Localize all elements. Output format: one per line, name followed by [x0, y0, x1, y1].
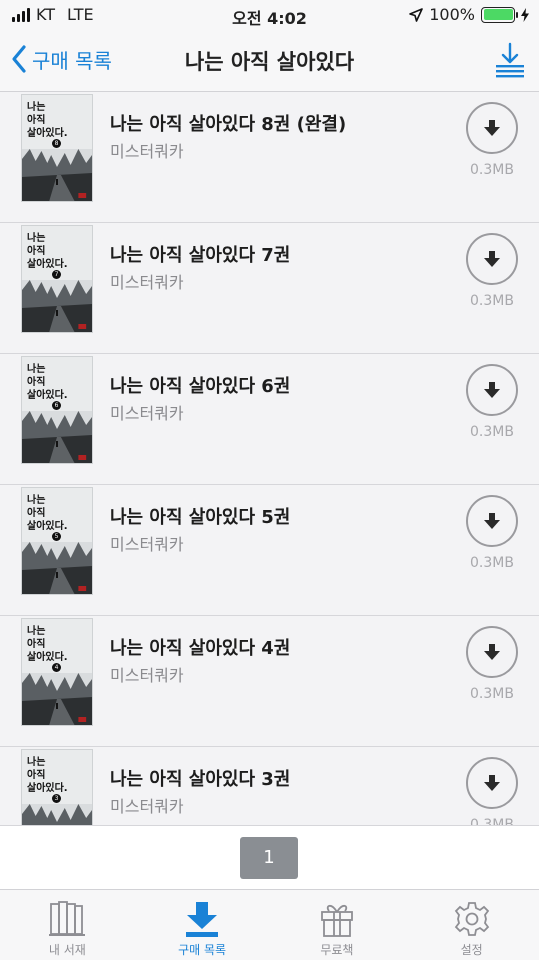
- book-cover-image: 나는 아직 살아있다. 4: [21, 618, 93, 726]
- book-author: 미스터쿼카: [110, 404, 184, 423]
- book-cover-image: 나는 아직 살아있다. 8: [21, 94, 93, 202]
- tab-label: 구매 목록: [178, 943, 227, 957]
- navigation-bar: 구매 목록 나는 아직 살아있다: [0, 30, 539, 92]
- download-all-button[interactable]: [493, 42, 527, 78]
- book-list-item[interactable]: 나는 아직 살아있다. 5 나는 아직 살아있다 5권 미스터쿼카 0.3MB: [0, 485, 539, 616]
- tab-my-library[interactable]: 내 서재: [0, 890, 135, 960]
- book-author: 미스터쿼카: [110, 666, 184, 685]
- tab-purchase-list[interactable]: 구매 목록: [135, 890, 270, 960]
- download-all-icon: [496, 42, 524, 78]
- status-right: 100%: [409, 5, 529, 24]
- cover-title-line: 나는: [27, 757, 46, 768]
- book-author: 미스터쿼카: [110, 797, 184, 816]
- book-author: 미스터쿼카: [110, 142, 184, 161]
- cover-title-line: 나는: [27, 626, 46, 637]
- cover-title-line: 아직: [27, 770, 46, 781]
- cover-scene-illustration: [22, 673, 92, 725]
- gear-icon: [454, 902, 489, 936]
- cover-scene-illustration: [22, 411, 92, 463]
- tab-settings[interactable]: 설정: [404, 890, 539, 960]
- cover-scene-illustration: [22, 804, 92, 825]
- cover-title-line: 아직: [27, 246, 46, 257]
- cover-volume-badge: 4: [52, 663, 61, 672]
- download-arrow-icon: [484, 120, 500, 136]
- charging-bolt-icon: [521, 7, 529, 22]
- book-list[interactable]: 나는 아직 살아있다. 8 나는 아직 살아있다 8권 (완결) 미스터쿼카 0…: [0, 92, 539, 825]
- file-size-label: 0.3MB: [470, 293, 514, 309]
- download-button[interactable]: [466, 364, 518, 416]
- bookshelf-icon: [49, 901, 86, 936]
- status-bar: KT LTE 오전 4:02 100%: [0, 0, 539, 30]
- page-button-current[interactable]: 1: [240, 837, 298, 879]
- cover-volume-badge: 5: [52, 532, 61, 541]
- file-size-label: 0.3MB: [470, 162, 514, 178]
- book-list-item[interactable]: 나는 아직 살아있다. 6 나는 아직 살아있다 6권 미스터쿼카 0.3MB: [0, 354, 539, 485]
- cover-title-line: 아직: [27, 115, 46, 126]
- battery-icon: [481, 6, 518, 23]
- file-size-label: 0.3MB: [470, 817, 514, 825]
- download-arrow-icon: [484, 775, 500, 791]
- tab-bar: 내 서재 구매 목록 무료책 설정: [0, 889, 539, 960]
- location-arrow-icon: [409, 7, 424, 22]
- book-list-item[interactable]: 나는 아직 살아있다. 3 나는 아직 살아있다 3권 미스터쿼카 0.3MB: [0, 747, 539, 825]
- cover-scene-illustration: [22, 542, 92, 594]
- file-size-label: 0.3MB: [470, 424, 514, 440]
- battery-percent: 100%: [429, 5, 475, 24]
- cover-title-line: 나는: [27, 364, 46, 375]
- cover-title-line: 나는: [27, 102, 46, 113]
- cover-title-line: 아직: [27, 508, 46, 519]
- download-button[interactable]: [466, 102, 518, 154]
- download-button[interactable]: [466, 626, 518, 678]
- cover-title-line: 나는: [27, 495, 46, 506]
- gift-icon: [320, 904, 353, 937]
- book-cover-image: 나는 아직 살아있다. 6: [21, 356, 93, 464]
- tab-label: 무료책: [320, 943, 354, 957]
- file-size-label: 0.3MB: [470, 686, 514, 702]
- tab-free-books[interactable]: 무료책: [270, 890, 405, 960]
- download-arrow-icon: [484, 513, 500, 529]
- book-author: 미스터쿼카: [110, 273, 184, 292]
- tab-label: 내 서재: [48, 943, 86, 957]
- download-icon: [186, 902, 219, 937]
- cover-volume-badge: 7: [52, 270, 61, 279]
- book-list-item[interactable]: 나는 아직 살아있다. 4 나는 아직 살아있다 4권 미스터쿼카 0.3MB: [0, 616, 539, 747]
- back-button[interactable]: 구매 목록: [10, 44, 112, 74]
- cover-volume-badge: 3: [52, 794, 61, 803]
- book-list-item[interactable]: 나는 아직 살아있다. 7 나는 아직 살아있다 7권 미스터쿼카 0.3MB: [0, 223, 539, 354]
- tab-label: 설정: [460, 943, 483, 957]
- book-cover-image: 나는 아직 살아있다. 7: [21, 225, 93, 333]
- cover-scene-illustration: [22, 280, 92, 332]
- file-size-label: 0.3MB: [470, 555, 514, 571]
- chevron-left-icon: [12, 45, 26, 73]
- book-title: 나는 아직 살아있다 4권: [110, 638, 291, 659]
- cover-title-line: 나는: [27, 233, 46, 244]
- cover-title-line: 아직: [27, 639, 46, 650]
- download-button[interactable]: [466, 757, 518, 809]
- book-title: 나는 아직 살아있다 8권 (완결): [110, 114, 347, 135]
- book-title: 나는 아직 살아있다 6권: [110, 376, 291, 397]
- pagination: 1: [0, 825, 539, 889]
- download-button[interactable]: [466, 495, 518, 547]
- book-title: 나는 아직 살아있다 5권: [110, 507, 291, 528]
- cover-volume-badge: 6: [52, 401, 61, 410]
- download-arrow-icon: [484, 382, 500, 398]
- back-label: 구매 목록: [32, 48, 112, 73]
- book-list-item[interactable]: 나는 아직 살아있다. 8 나는 아직 살아있다 8권 (완결) 미스터쿼카 0…: [0, 92, 539, 223]
- book-title: 나는 아직 살아있다 7권: [110, 245, 291, 266]
- book-cover-image: 나는 아직 살아있다. 3: [21, 749, 93, 825]
- cover-volume-badge: 8: [52, 139, 61, 148]
- cover-title-line: 아직: [27, 377, 46, 388]
- download-button[interactable]: [466, 233, 518, 285]
- download-arrow-icon: [484, 644, 500, 660]
- book-title: 나는 아직 살아있다 3권: [110, 769, 291, 790]
- book-cover-image: 나는 아직 살아있다. 5: [21, 487, 93, 595]
- cover-scene-illustration: [22, 149, 92, 201]
- book-author: 미스터쿼카: [110, 535, 184, 554]
- download-arrow-icon: [484, 251, 500, 267]
